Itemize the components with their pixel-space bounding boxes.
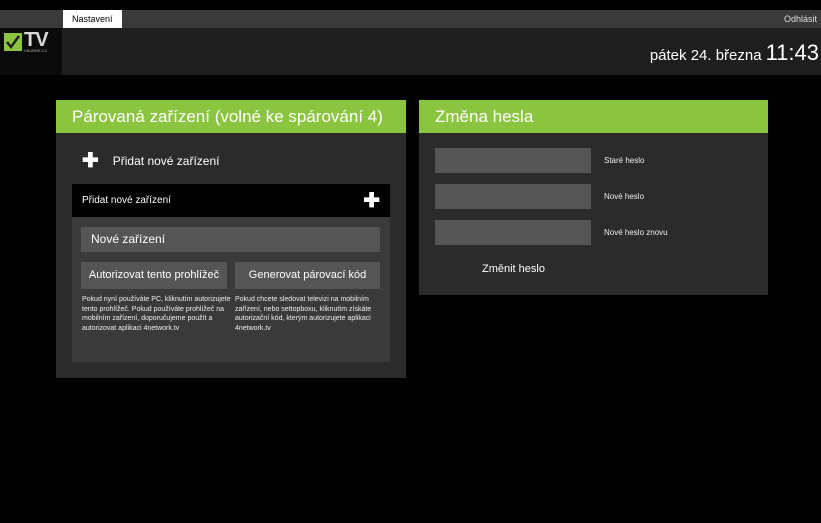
change-password-panel: Změna hesla Staré heslo Nové heslo Nové … [419,100,768,295]
add-device-form-header: Přidat nové zařízení ✚ [72,184,390,217]
logout-link[interactable]: Odhlásit [784,10,817,28]
paired-devices-panel: Párovaná zařízení (volné ke spárování 4)… [56,100,406,378]
repeat-password-row: Nové heslo znovu [435,220,668,245]
current-date: pátek 24. března [649,47,762,64]
repeat-password-input[interactable] [435,220,591,245]
current-time: 11:43 [765,40,819,65]
device-name-field[interactable]: Nové zařízení [81,227,380,252]
top-strip [0,0,821,10]
paired-devices-title: Párovaná zařízení (volné ke spárování 4) [56,100,406,133]
add-device-form-title: Přidat nové zařízení [82,195,171,206]
tab-settings[interactable]: Nastavení [63,10,122,29]
repeat-password-label: Nové heslo znovu [604,228,668,237]
tab-bar [0,10,821,28]
change-password-title: Změna hesla [419,100,768,133]
old-password-input[interactable] [435,148,591,173]
logo[interactable]: TV VBUBNR.CZ [0,28,62,75]
old-password-label: Staré heslo [604,156,645,165]
authorize-browser-button[interactable]: Autorizovat tento prohlížeč [81,262,227,289]
add-device-form: Přidat nové zařízení ✚ Nové zařízení Aut… [72,184,390,362]
change-password-button[interactable]: Změnit heslo [482,263,545,275]
add-device-label: Přidat nové zařízení [112,154,220,168]
logo-check-icon [4,33,22,51]
new-password-row: Nové heslo [435,184,644,209]
generate-pairing-code-button[interactable]: Generovat párovací kód [235,262,380,289]
new-password-label: Nové heslo [604,192,645,201]
plus-icon: ✚ [82,150,99,172]
new-password-input[interactable] [435,184,591,209]
date-time: pátek 24. března 11:43 [650,40,819,66]
logo-subtext: VBUBNR.CZ [24,48,48,53]
plus-icon[interactable]: ✚ [363,191,380,211]
add-device-link[interactable]: ✚ Přidat nové zařízení [82,150,220,172]
pairing-code-hint: Pokud chcete sledovat televizi na mobiln… [235,296,372,332]
old-password-row: Staré heslo [435,148,644,173]
authorize-hint: Pokud nyní používáte PC, kliknutím autor… [82,296,231,332]
